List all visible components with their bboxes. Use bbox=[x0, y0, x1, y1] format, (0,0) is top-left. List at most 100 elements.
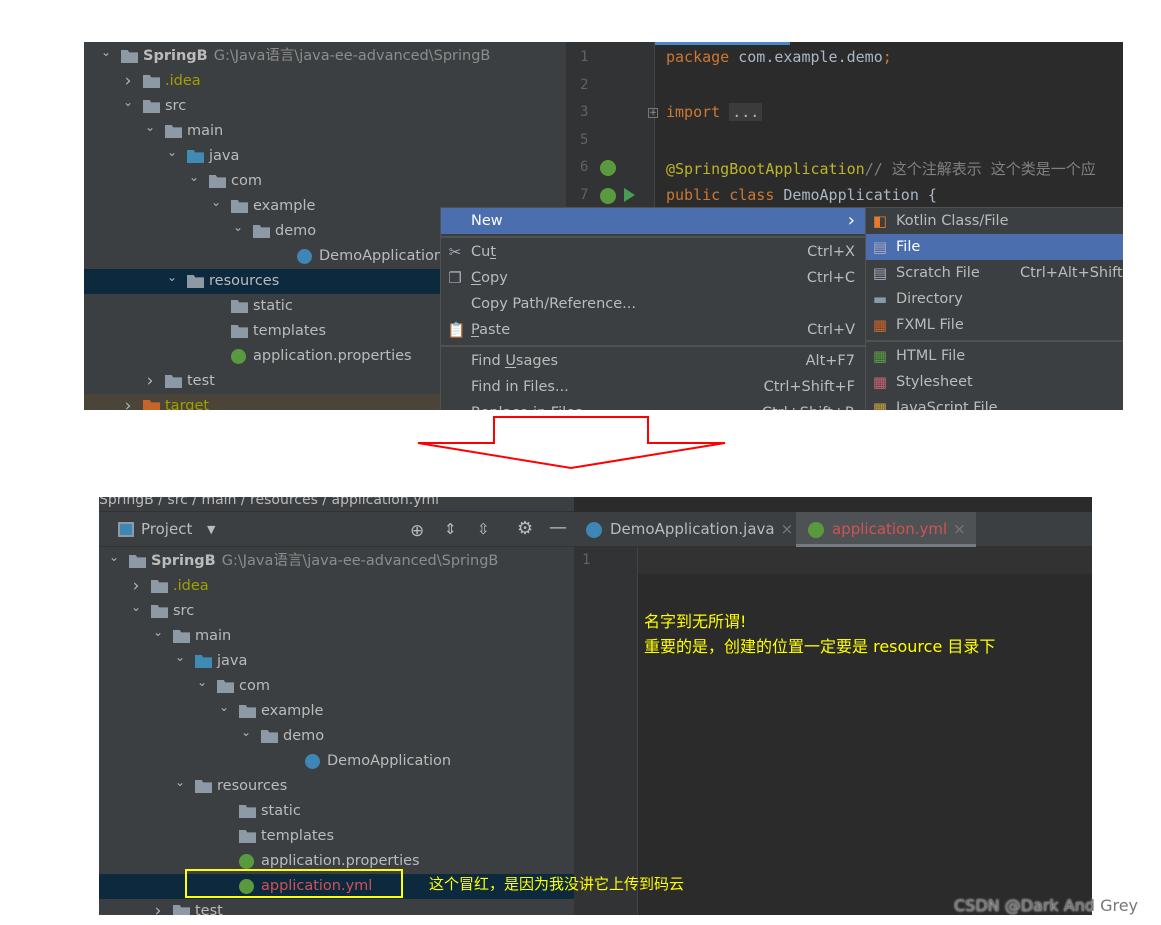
close-icon[interactable]: × bbox=[781, 520, 794, 538]
menu-item-kotlin-class-file[interactable]: ◧ Kotlin Class/File bbox=[866, 208, 1123, 234]
menu-item-stylesheet[interactable]: ▦ Stylesheet bbox=[866, 369, 1123, 395]
menu-item-label: Scratch File bbox=[896, 265, 980, 281]
chevron-down-icon[interactable]: ⌄ bbox=[151, 620, 165, 645]
gear-icon[interactable]: ⚙ bbox=[517, 518, 533, 539]
expand-all-icon[interactable]: ⇕ bbox=[444, 520, 457, 538]
tree-item[interactable]: ⌄ example bbox=[99, 699, 574, 724]
menu-item-copy-path-reference[interactable]: Copy Path/Reference... bbox=[441, 291, 865, 317]
tree-item[interactable]: ⌄ main bbox=[84, 119, 566, 144]
chevron-down-icon[interactable]: ⌄ bbox=[143, 115, 157, 140]
menu-item-new[interactable]: New › bbox=[441, 208, 865, 234]
label-text: resources bbox=[209, 273, 280, 289]
menu-separator bbox=[866, 340, 1123, 342]
menu-item-find-usages[interactable]: Find Usages Alt+F7 bbox=[441, 348, 865, 374]
tree-item[interactable]: DemoApplication bbox=[99, 749, 574, 774]
watermark: CSDN @Dark And Grey bbox=[954, 896, 1139, 915]
chevron-down-icon[interactable]: ⌄ bbox=[209, 190, 223, 215]
tree-item[interactable]: ⌄ SpringB G:\Java语言\java-ee-advanced\Sprin… bbox=[84, 44, 566, 69]
chevron-right-icon[interactable]: › bbox=[121, 394, 135, 410]
chevron-down-icon[interactable]: ⌄ bbox=[231, 215, 245, 240]
editor-tab[interactable]: application.yml × bbox=[796, 512, 976, 547]
package-icon bbox=[261, 730, 278, 743]
tree-item-label: SpringB G:\Java语言\java-ee-advanced\Spring… bbox=[151, 549, 498, 574]
tree-item[interactable]: ⌄ com bbox=[84, 169, 566, 194]
module-icon bbox=[121, 50, 138, 63]
package-icon bbox=[217, 680, 234, 693]
spring-icon bbox=[305, 754, 320, 769]
tree-item[interactable]: ⌄ main bbox=[99, 624, 574, 649]
chevron-down-icon[interactable]: ⌄ bbox=[173, 770, 187, 795]
menu-item-directory[interactable]: ▬ Directory bbox=[866, 286, 1123, 312]
tree-item[interactable]: ⌄ SpringB G:\Java语言\java-ee-advanced\Sprin… bbox=[99, 549, 574, 574]
code-editor[interactable]: DemoApplication.java × application.yml × 1 bbox=[574, 497, 1092, 915]
chevron-down-icon[interactable]: ⌄ bbox=[195, 670, 209, 695]
close-icon[interactable]: × bbox=[953, 520, 966, 538]
collapse-all-icon[interactable]: ⇳ bbox=[477, 520, 490, 538]
chevron-down-icon[interactable]: ⌄ bbox=[107, 545, 121, 570]
line-number: 1 bbox=[582, 552, 591, 568]
tree-item-label: test bbox=[187, 369, 215, 394]
tree-item[interactable]: ⌄ java bbox=[99, 649, 574, 674]
chevron-right-icon[interactable]: › bbox=[151, 899, 165, 915]
chevron-down-icon[interactable]: ⌄ bbox=[99, 42, 113, 65]
locate-icon[interactable]: ⊕ bbox=[410, 521, 424, 541]
tree-item[interactable]: ⌄ java bbox=[84, 144, 566, 169]
highlight-box bbox=[185, 869, 403, 898]
chevron-down-icon[interactable]: ⌄ bbox=[165, 265, 179, 290]
tree-item[interactable]: ⌄ src bbox=[99, 599, 574, 624]
tree-item[interactable]: static bbox=[99, 799, 574, 824]
chevron-down-icon[interactable]: ⌄ bbox=[165, 140, 179, 165]
fold-icon[interactable]: + bbox=[648, 108, 658, 118]
project-path: G:\Java语言\java-ee-advanced\SpringB bbox=[221, 553, 499, 569]
tree-item[interactable]: ⌄ resources bbox=[99, 774, 574, 799]
tree-item[interactable]: › .idea bbox=[99, 574, 574, 599]
chevron-down-icon[interactable]: ▼ bbox=[207, 512, 215, 547]
menu-item-javascript-file[interactable]: ▦ JavaScript File bbox=[866, 395, 1123, 410]
editor-tabs: DemoApplication.java × application.yml × bbox=[574, 512, 1092, 547]
menu-item-file[interactable]: ▤ File bbox=[866, 234, 1123, 260]
code-line: public class DemoApplication { bbox=[666, 186, 937, 204]
package-icon bbox=[253, 225, 270, 238]
project-view-icon bbox=[118, 522, 134, 537]
label-text: .idea bbox=[165, 73, 201, 89]
chevron-down-icon[interactable]: ⌄ bbox=[217, 695, 231, 720]
chevron-down-icon[interactable]: ⌄ bbox=[239, 720, 253, 745]
chevron-down-icon[interactable]: ⌄ bbox=[129, 595, 143, 620]
menu-item-html-file[interactable]: ▦ HTML File bbox=[866, 343, 1123, 369]
tree-item[interactable]: › .idea bbox=[84, 69, 566, 94]
copy-icon: ❐ bbox=[448, 269, 462, 287]
tree-item-label: main bbox=[187, 119, 223, 144]
chevron-down-icon[interactable]: ⌄ bbox=[187, 165, 201, 190]
menu-item-label: Directory bbox=[896, 291, 963, 307]
folder-icon bbox=[239, 805, 256, 818]
menu-item-paste[interactable]: 📋 Paste Ctrl+V bbox=[441, 317, 865, 343]
tree-item-label: SpringB G:\Java语言\java-ee-advanced\Spring… bbox=[143, 44, 490, 69]
tree-item[interactable]: ⌄ demo bbox=[99, 724, 574, 749]
tree-item[interactable]: › test bbox=[99, 899, 574, 915]
tree-item[interactable]: templates bbox=[99, 824, 574, 849]
menu-item-shortcut: Ctrl+Alt+Shift+Insert bbox=[1020, 265, 1123, 281]
chevron-down-icon[interactable]: ⌄ bbox=[121, 90, 135, 115]
menu-item-find-in-files[interactable]: Find in Files... Ctrl+Shift+F bbox=[441, 374, 865, 400]
annotation-red-file: 这个冒红，是因为我没讲它上传到码云 bbox=[429, 875, 685, 893]
menu-item-replace-in-files[interactable]: Replace in Files... Ctrl+Shift+R bbox=[441, 400, 865, 410]
project-view-label[interactable]: Project bbox=[141, 512, 192, 547]
label-text: java bbox=[217, 653, 248, 669]
folder-icon bbox=[187, 150, 204, 163]
menu-item-copy[interactable]: ❐ Copy Ctrl+C bbox=[441, 265, 865, 291]
down-arrow bbox=[417, 416, 726, 470]
tree-item[interactable]: ⌄ com bbox=[99, 674, 574, 699]
ide-screenshot-before: ⌄ SpringB G:\Java语言\java-ee-advanced\Sprin… bbox=[84, 42, 1123, 410]
project-toolbar: Project ▼ ⊕ ⇕ ⇳ ⚙ — bbox=[99, 512, 574, 547]
label-text: resources bbox=[217, 778, 288, 794]
run-icon[interactable] bbox=[624, 188, 635, 202]
editor-tab[interactable]: DemoApplication.java × bbox=[574, 512, 803, 547]
menu-item-scratch-file[interactable]: ▤ Scratch File Ctrl+Alt+Shift+Insert bbox=[866, 260, 1123, 286]
chevron-right-icon[interactable]: › bbox=[143, 369, 157, 394]
menu-item-cut[interactable]: ✂ Cut Ctrl+X bbox=[441, 239, 865, 265]
hide-icon[interactable]: — bbox=[549, 517, 567, 538]
menu-item-fxml-file[interactable]: ▦ FXML File bbox=[866, 312, 1123, 338]
label-text: demo bbox=[283, 728, 325, 744]
chevron-down-icon[interactable]: ⌄ bbox=[173, 645, 187, 670]
menu-item-label: New bbox=[471, 213, 503, 229]
